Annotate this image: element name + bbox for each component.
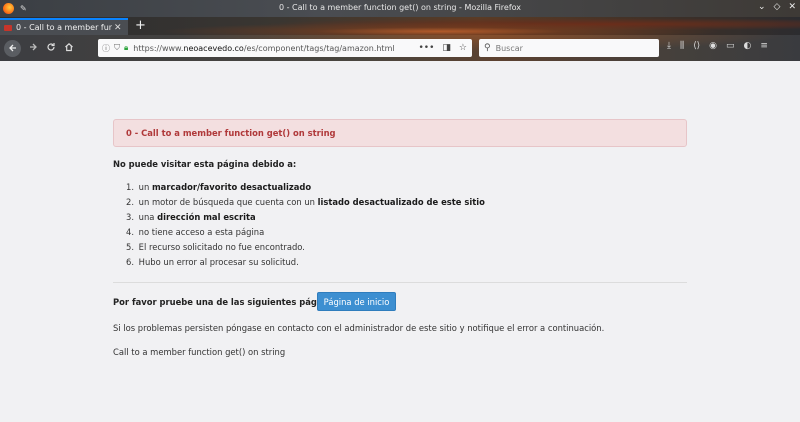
back-arrow-icon bbox=[8, 44, 16, 52]
window-controls: ⌄ ◇ ✕ bbox=[758, 2, 796, 12]
intro-text: No puede visitar esta página debido a: bbox=[113, 159, 297, 169]
maximize-icon[interactable]: ◇ bbox=[774, 2, 781, 12]
list-item: 1. un marcador/favorito desactualizado bbox=[126, 182, 312, 192]
developer-tools-icon[interactable]: ⟨⟩ bbox=[693, 41, 700, 51]
window-titlebar: ✎ 0 - Call to a member function get() on… bbox=[0, 0, 800, 17]
url-bar[interactable]: ⓘ ⛉ 🔒︎ https://www.neoacevedo.co/es/comp… bbox=[98, 39, 472, 57]
back-button[interactable] bbox=[4, 39, 21, 57]
toolbar-icons: ⤓ ⫼ ⟨⟩ ◉ ▭ ◐ ≡ bbox=[667, 41, 768, 51]
navigation-bar: ⓘ ⛉ 🔒︎ https://www.neoacevedo.co/es/comp… bbox=[0, 35, 800, 61]
close-window-icon[interactable]: ✕ bbox=[788, 2, 796, 12]
library-icon[interactable]: ⫼ bbox=[680, 41, 684, 51]
lock-icon[interactable]: 🔒︎ bbox=[124, 43, 128, 53]
bookmark-star-icon[interactable]: ☆ bbox=[459, 43, 467, 53]
forward-arrow-icon bbox=[30, 43, 37, 51]
tab-active[interactable]: 0 - Call to a member functi ✕ bbox=[0, 18, 128, 35]
error-alert: 0 - Call to a member function get() on s… bbox=[113, 119, 687, 147]
url-text[interactable]: https://www.neoacevedo.co/es/component/t… bbox=[133, 44, 394, 53]
reload-icon bbox=[47, 43, 55, 51]
forward-button[interactable] bbox=[24, 41, 42, 55]
search-bar[interactable]: ⚲ Buscar bbox=[479, 39, 659, 57]
home-button[interactable] bbox=[60, 41, 78, 55]
search-placeholder: Buscar bbox=[495, 43, 523, 53]
error-message: Call to a member function get() on strin… bbox=[113, 347, 286, 357]
menu-icon[interactable]: ≡ bbox=[760, 41, 768, 51]
list-item: 4. no tiene acceso a esta página bbox=[126, 227, 265, 237]
reasons-list: 1. un marcador/favorito desactualizado 2… bbox=[113, 180, 673, 270]
info-icon[interactable]: ⓘ bbox=[102, 43, 110, 54]
page-content: 0 - Call to a member function get() on s… bbox=[0, 61, 800, 422]
shield-icon[interactable]: ⛉ bbox=[114, 43, 120, 53]
tab-label: 0 - Call to a member functi bbox=[16, 23, 112, 32]
url-actions: ••• ◨ ☆ bbox=[418, 43, 467, 53]
site-favicon-icon bbox=[4, 24, 12, 31]
new-tab-button[interactable]: + bbox=[135, 18, 146, 34]
search-icon: ⚲ bbox=[484, 43, 491, 53]
minimize-icon[interactable]: ⌄ bbox=[758, 2, 766, 12]
list-item: 6. Hubo un error al procesar su solicitu… bbox=[126, 257, 299, 267]
list-item: 2. un motor de búsqueda que cuenta con u… bbox=[126, 197, 485, 207]
home-page-button[interactable]: Página de inicio bbox=[317, 292, 396, 311]
tab-close-icon[interactable]: ✕ bbox=[114, 23, 122, 33]
list-item: 5. El recurso solicitado no fue encontra… bbox=[126, 242, 305, 252]
extension-icon[interactable]: ◉ bbox=[709, 41, 717, 51]
page-actions-icon[interactable]: ••• bbox=[418, 43, 434, 53]
try-pages-label: Por favor pruebe una de las siguientes p… bbox=[113, 297, 340, 307]
list-item: 3. una dirección mal escrita bbox=[126, 212, 256, 222]
profile-icon[interactable]: ◐ bbox=[744, 41, 752, 51]
contact-text: Si los problemas persisten póngase en co… bbox=[113, 323, 605, 333]
divider bbox=[113, 282, 687, 283]
pocket-icon[interactable]: ◨ bbox=[442, 43, 451, 53]
home-icon bbox=[65, 42, 73, 52]
window-title: 0 - Call to a member function get() on s… bbox=[278, 3, 522, 12]
downloads-icon[interactable]: ⤓ bbox=[667, 41, 671, 51]
tab-strip: 0 - Call to a member functi ✕ + bbox=[0, 17, 800, 35]
reload-button[interactable] bbox=[42, 41, 60, 55]
sidebar-icon[interactable]: ▭ bbox=[726, 41, 735, 51]
